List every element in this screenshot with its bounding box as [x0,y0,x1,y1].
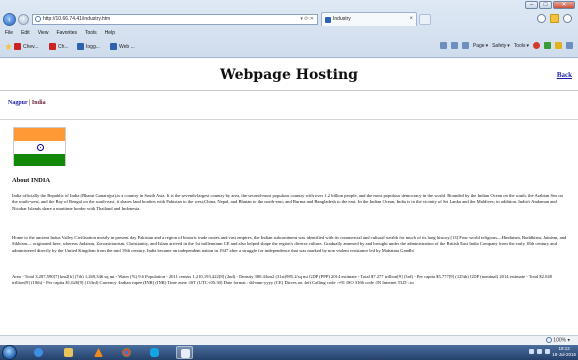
tab-favicon-icon [325,17,331,23]
tools-menu[interactable]: Tools ▾ [514,43,529,49]
volume-icon[interactable] [537,349,542,354]
breadcrumb-divider [0,119,578,120]
menu-edit[interactable]: Edit [21,30,30,36]
menu-view[interactable]: View [38,30,49,36]
taskbar: 18:12 18-Jul-2015 [0,345,578,360]
breadcrumb-nagpur[interactable]: Nagpur [8,100,28,106]
paragraph-facts: Area - Total 3,287,590[7] km2[b] (7th) 1… [12,274,552,286]
taskbar-vlc-icon[interactable] [90,346,107,359]
taskbar-ie-window-icon[interactable] [176,346,193,359]
home-icon[interactable] [439,42,447,49]
new-tab-button[interactable] [419,14,431,25]
zoom-icon [546,337,553,343]
addon-icon[interactable] [566,42,573,49]
tab-close-icon[interactable]: × [409,13,413,26]
taskbar-explorer-icon[interactable] [60,346,77,359]
favorites-star-icon[interactable] [550,14,559,23]
site-icon [77,43,84,50]
favorites-item-label: Chev... [23,43,39,50]
menu-tools[interactable]: Tools [85,30,97,36]
safety-menu[interactable]: Safety ▾ [492,43,510,49]
zoom-control[interactable]: 100% ▾ [546,337,570,343]
breadcrumb: Nagpur | India [8,100,46,106]
help-icon[interactable] [533,42,540,49]
favorites-item-label: Iogg... [86,43,100,50]
window-glyph-icon [181,349,190,358]
back-arrow-icon[interactable]: ‹ [3,13,16,26]
home-icon[interactable] [537,14,546,23]
menu-help[interactable]: Help [105,30,115,36]
flag-saffron-band [14,128,65,141]
addon-icon[interactable] [544,42,551,49]
page-globe-icon [35,16,41,22]
start-button-icon[interactable] [2,345,17,360]
back-link[interactable]: Back [557,71,572,79]
browser-chrome: – □ ✕ ‹ › http://10.66.74.41/industry.ht… [0,0,578,58]
menu-file[interactable]: File [5,30,13,36]
tools-menu-label: Tools [513,42,526,49]
paragraph-history: Home to the ancient Indus Valley Civilis… [12,235,567,253]
menu-bar: File Edit View Favorites Tools Help [5,30,115,36]
site-icon [49,43,56,50]
command-bar: Page ▾ Safety ▾ Tools ▾ [439,42,573,49]
clock-date: 18-Jul-2015 [552,352,576,357]
favorites-bar: Chev... Ch... Iogg... Web ... Page ▾ Safe… [3,41,577,53]
taskbar-chrome-icon[interactable] [118,346,135,359]
settings-gear-icon[interactable] [563,14,572,23]
favorites-star-icon [5,43,12,50]
vlc-glyph-icon [94,348,103,357]
web-page: Webpage Hosting Back Nagpur | India Abou… [0,59,578,335]
site-icon [110,43,117,50]
folder-glyph-icon [64,348,73,357]
network-icon[interactable] [529,349,534,354]
favorites-item-1[interactable]: Chev... [5,43,38,50]
flag-green-band [14,154,65,166]
tab-title: Industry [333,16,351,22]
favorites-item-label: Web ... [119,43,135,50]
page-menu[interactable]: Page ▾ [473,43,488,49]
site-icon [14,43,21,50]
page-title: Webpage Hosting [220,67,358,83]
flag-icon[interactable] [545,349,550,354]
system-tray-icons [529,349,550,354]
refresh-icon[interactable]: ▾ ⟳ ✕ [300,15,314,24]
paragraph-overview: India officially the Republic of India (… [12,193,563,211]
favorites-item-label: Ch... [58,43,69,50]
about-heading: About INDIA [12,177,51,184]
favorites-item-4[interactable]: Web ... [110,43,135,50]
taskbar-skype-icon[interactable] [146,346,163,359]
close-button[interactable]: ✕ [553,1,575,9]
india-flag-image [13,127,66,166]
taskbar-ie-icon[interactable] [30,346,47,359]
browser-right-icons [537,14,572,23]
zoom-level: 100% [553,337,567,344]
addon-icon[interactable] [555,42,562,49]
forward-arrow-icon[interactable]: › [18,14,29,25]
ie-glyph-icon [34,348,43,357]
skype-glyph-icon [150,348,159,357]
chrome-glyph-icon [122,348,131,357]
menu-favorites[interactable]: Favorites [56,30,77,36]
safety-menu-label: Safety [492,42,507,49]
navigation-row: ‹ › http://10.66.74.41/industry.htm ▾ ⟳ … [3,12,575,28]
maximize-button[interactable]: □ [539,1,552,9]
tab-industry[interactable]: Industry × [321,12,417,26]
minimize-button[interactable]: – [525,1,538,9]
page-menu-label: Page [472,42,485,49]
header-divider [0,90,578,91]
breadcrumb-india: India [31,100,46,106]
favorites-item-3[interactable]: Iogg... [77,43,100,50]
print-icon[interactable] [461,42,469,49]
address-bar[interactable]: http://10.66.74.41/industry.htm ▾ ⟳ ✕ [32,14,318,25]
feeds-icon[interactable] [450,42,458,49]
status-bar: 100% ▾ [0,335,578,345]
ashoka-chakra-icon [37,144,44,151]
favorites-item-2[interactable]: Ch... [49,43,69,50]
address-text: http://10.66.74.41/industry.htm [43,16,111,22]
flag-white-band [14,141,65,154]
window-controls: – □ ✕ [525,1,575,9]
system-clock[interactable]: 18:12 18-Jul-2015 [552,346,576,358]
